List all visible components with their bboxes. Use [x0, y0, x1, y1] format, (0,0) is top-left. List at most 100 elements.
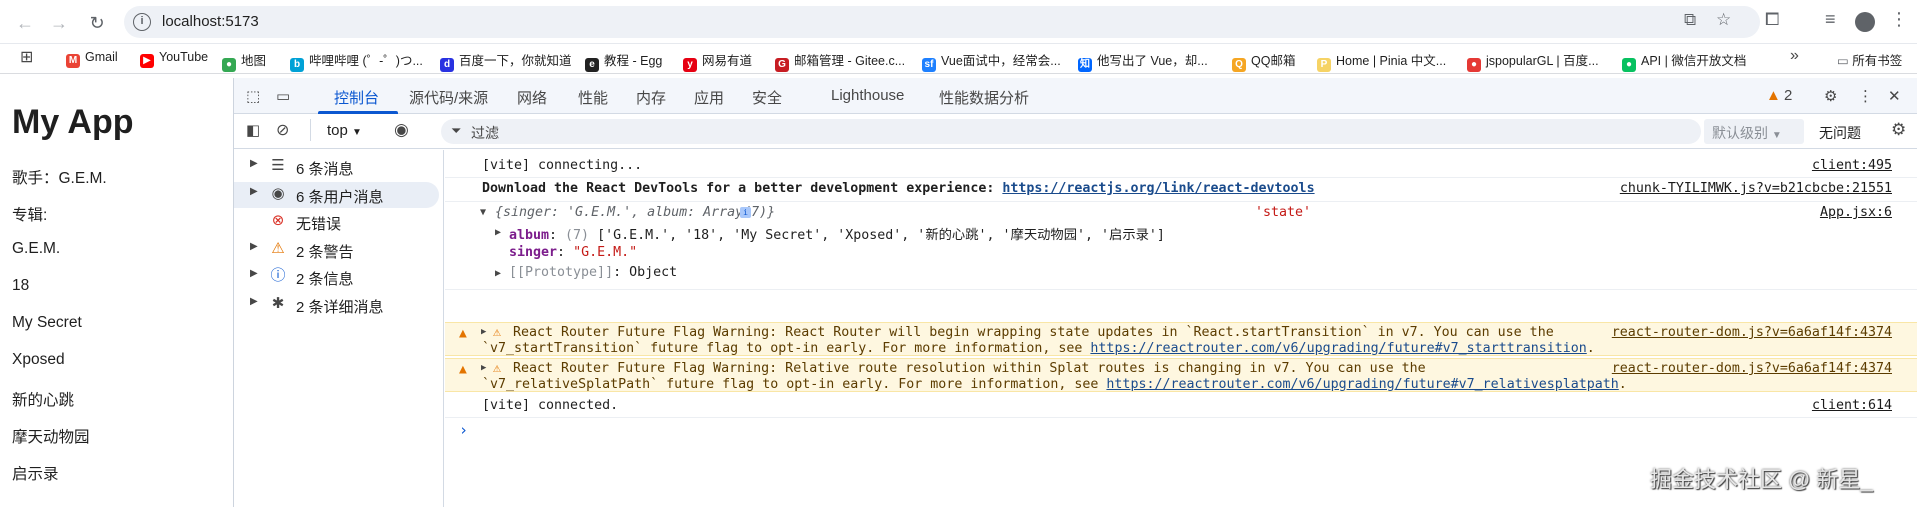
sidebar-toggle-icon[interactable]: ◧ [246, 121, 260, 139]
devtools-tab[interactable]: 安全 [752, 87, 782, 108]
album-property: album: (7) ['G.E.M.', '18', 'My Secret',… [509, 228, 1165, 243]
warning-message: ▲ ▶ ⚠ React Router Future Flag Warning: … [445, 322, 1917, 356]
source-link[interactable]: client:614 [1812, 398, 1892, 413]
extensions-icon[interactable]: ⧠ [1765, 9, 1779, 30]
expand-arrow-icon[interactable]: ▶ [250, 241, 258, 252]
settings-gear-icon[interactable]: ⚙ [1824, 87, 1837, 105]
expand-arrow-icon[interactable]: ▶ [250, 268, 258, 279]
back-arrow-icon[interactable]: ← [12, 10, 38, 36]
bookmark-star-icon[interactable]: ☆ [1716, 10, 1731, 30]
bookmark-item[interactable]: d 百度一下，你就知道 [440, 50, 572, 72]
sidebar-filter-item[interactable]: ▶ ⓘ 2 条信息 [234, 264, 444, 290]
no-issues-button[interactable]: 无问题 [1819, 123, 1861, 143]
sidebar-filter-item[interactable]: ▶ ⚠ 2 条警告 [234, 237, 444, 263]
message-text: Download the React DevTools for a better… [482, 181, 1315, 196]
devtools-panel: ⬚ ▭ 控制台 源代码/来源 网络 性能 内存 应用 安全 Lighthouse 性能数据分析 … [233, 78, 1917, 507]
collapsed-arrow-icon[interactable]: ▶ [481, 327, 486, 337]
sidebar-filter-item[interactable]: ▶ ◉ 6 条用户消息 [234, 181, 439, 208]
bookmark-item[interactable]: G 邮箱管理 - Gitee.c... [775, 50, 905, 72]
site-info-icon[interactable]: i [133, 13, 151, 31]
warning-text: `v7_relativeSplatPath` future flag to op… [482, 377, 1107, 392]
expanded-arrow-icon[interactable]: ▼ [480, 207, 486, 218]
page-text-item: Xposed [12, 351, 65, 368]
console-prompt[interactable]: › [445, 420, 1917, 442]
bookmark-item[interactable]: y 网易有道 [683, 50, 752, 72]
devtools-tab[interactable]: 控制台 [334, 87, 379, 108]
bookmark-item[interactable]: b 哔哩哔哩 (゜-゜)つ... [290, 50, 423, 72]
url-text[interactable]: localhost:5173 [162, 13, 259, 30]
source-link[interactable]: client:495 [1812, 158, 1892, 173]
collapsed-arrow-icon[interactable]: ▶ [495, 227, 501, 238]
profile-avatar-icon[interactable] [1855, 12, 1875, 32]
forward-arrow-icon[interactable]: → [46, 10, 72, 36]
filter-input[interactable]: ⏷ 过滤 [441, 119, 1701, 144]
devtools-tab[interactable]: 性能数据分析 [939, 87, 1029, 108]
devtools-tab[interactable]: 性能 [578, 87, 608, 108]
react-devtools-link[interactable]: https://reactjs.org/link/react-devtools [1002, 181, 1314, 196]
log-levels-dropdown[interactable]: 默认级别 ▼ [1704, 119, 1804, 144]
bookmark-label: 地图 [241, 54, 267, 68]
devtools-tab[interactable]: 网络 [517, 87, 547, 108]
bookmark-item[interactable]: M Gmail [66, 50, 118, 68]
bookmark-item[interactable]: ● jspopularGL | 百度... [1467, 50, 1599, 72]
bookmark-item[interactable]: Q QQ邮箱 [1232, 50, 1295, 72]
user-icon: ◉ [271, 184, 285, 202]
filter-funnel-icon: ⏷ [451, 123, 462, 138]
issues-warning-icon[interactable]: ▲ [1766, 87, 1781, 104]
devtools-tab[interactable]: 内存 [636, 87, 666, 108]
all-bookmarks-folder[interactable]: ▭ 所有书签 [1837, 50, 1902, 69]
bookmark-favicon-icon: M [66, 54, 80, 68]
expand-arrow-icon[interactable]: ▶ [250, 186, 258, 197]
bookmark-item[interactable]: sf Vue面试中，经常会... [922, 50, 1061, 72]
reload-icon[interactable]: ↻ [84, 10, 110, 36]
source-link[interactable]: react-router-dom.js?v=6a6af14f:4374 [1612, 361, 1892, 376]
bookmark-label: QQ邮箱 [1251, 54, 1296, 68]
bookmark-item[interactable]: ▶ YouTube [140, 50, 208, 68]
bookmark-item[interactable]: P Home | Pinia 中文... [1317, 50, 1446, 72]
console-settings-gear-icon[interactable]: ⚙ [1891, 120, 1906, 140]
warning-text: React Router Future Flag Warning: React … [513, 325, 1554, 340]
devtools-tab[interactable]: 源代码/来源 [409, 87, 488, 108]
bookmark-item[interactable]: e 教程 - Egg [585, 50, 662, 72]
property-value: "G.E.M." [573, 245, 638, 260]
bookmark-favicon-icon: ● [1622, 58, 1636, 72]
sidebar-item-label: 2 条详细消息 [296, 298, 384, 316]
sidebar-filter-item[interactable]: ▶ ✱ 2 条详细消息 [234, 292, 444, 318]
bookmark-label: API | 微信开放文档 [1641, 54, 1747, 68]
close-icon[interactable]: ✕ [1888, 87, 1901, 105]
sidebar-filter-item[interactable]: ▶ ☰ 6 条消息 [234, 154, 444, 180]
inspect-element-icon[interactable]: ⬚ [246, 87, 260, 105]
warning-icon: ⚠ [493, 325, 502, 340]
live-expression-eye-icon[interactable]: ◉ [394, 120, 409, 140]
browser-menu-icon[interactable]: ⋮ [1890, 9, 1908, 30]
source-link[interactable]: chunk-TYILIMWK.js?v=b21cbcbe:21551 [1620, 181, 1892, 196]
reactrouter-link[interactable]: https://reactrouter.com/v6/upgrading/fut… [1090, 341, 1586, 356]
bookmark-favicon-icon: ● [1467, 58, 1481, 72]
bookmark-item[interactable]: 知他写出了 Vue，却... [1078, 50, 1208, 72]
clear-console-icon[interactable]: ⊘ [276, 120, 289, 140]
device-toolbar-icon[interactable]: ▭ [276, 87, 290, 105]
apps-grid-icon[interactable]: ⊞ [20, 47, 33, 67]
bookmark-favicon-icon: 知 [1078, 58, 1092, 72]
bookmark-item[interactable]: ● API | 微信开放文档 [1622, 50, 1746, 72]
devtools-tab[interactable]: 应用 [694, 87, 724, 108]
issues-count[interactable]: 2 [1784, 87, 1792, 104]
source-link[interactable]: react-router-dom.js?v=6a6af14f:4374 [1612, 325, 1892, 340]
expand-arrow-icon[interactable]: ▶ [250, 158, 258, 169]
more-bookmarks-icon[interactable]: » [1790, 47, 1799, 65]
bookmark-favicon-icon: e [585, 58, 599, 72]
object-preview[interactable]: {singer: 'G.E.M.', album: Array(7)} [495, 205, 775, 220]
collapsed-arrow-icon[interactable]: ▶ [481, 363, 486, 373]
sidebar-filter-item[interactable]: ⊗ 无错误 [234, 209, 444, 235]
translate-icon[interactable]: ⧉ [1684, 10, 1696, 30]
collapsed-arrow-icon[interactable]: ▶ [495, 268, 501, 279]
source-link[interactable]: App.jsx:6 [1820, 205, 1892, 220]
address-bar[interactable]: i localhost:5173 ⧉ ☆ [124, 6, 1760, 38]
expand-arrow-icon[interactable]: ▶ [250, 296, 258, 307]
more-options-icon[interactable]: ⋮ [1858, 87, 1873, 105]
context-selector[interactable]: top ▼ [327, 122, 362, 139]
bookmark-item[interactable]: ● 地图 [222, 50, 266, 72]
reactrouter-link[interactable]: https://reactrouter.com/v6/upgrading/fut… [1106, 377, 1618, 392]
media-control-icon[interactable]: ≡ [1825, 9, 1836, 30]
devtools-tab[interactable]: Lighthouse [831, 87, 904, 104]
